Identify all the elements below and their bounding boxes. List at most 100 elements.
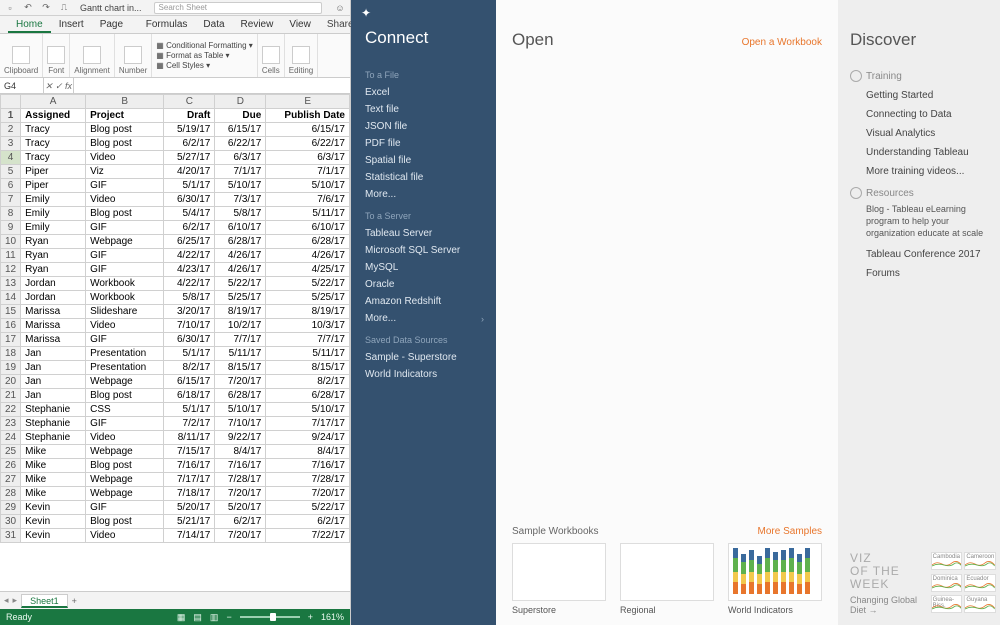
cell[interactable]: 7/28/17 [215,473,266,487]
cell[interactable]: 7/20/17 [215,375,266,389]
name-box[interactable]: G4 [0,78,44,93]
connect-file-item[interactable]: JSON file [365,118,496,135]
tab-home[interactable]: Home [8,16,51,33]
ribbon-clipboard[interactable]: Clipboard [0,34,43,77]
cell[interactable]: 6/28/17 [215,389,266,403]
cell[interactable]: 5/11/17 [266,347,350,361]
tab-data[interactable]: Data [195,16,232,33]
cell[interactable]: 7/3/17 [215,193,266,207]
cell[interactable]: 6/28/17 [266,235,350,249]
table-row[interactable]: 18JanPresentation5/1/175/11/175/11/17 [1,347,350,361]
header-cell[interactable]: Due [215,109,266,123]
cell[interactable]: 7/16/17 [266,459,350,473]
row-header[interactable]: 23 [1,417,21,431]
table-row[interactable]: 4TracyVideo5/27/176/3/176/3/17 [1,151,350,165]
cell[interactable]: Workbook [86,291,164,305]
formula-bar[interactable] [74,78,350,93]
row-header[interactable]: 4 [1,151,21,165]
undo-icon[interactable]: ↶ [22,2,34,14]
cell[interactable]: 6/10/17 [266,221,350,235]
ribbon-font[interactable]: Font [43,34,70,77]
search-sheet-input[interactable]: Search Sheet [154,2,322,14]
open-workbook-link[interactable]: Open a Workbook [742,37,822,48]
row-header[interactable]: 22 [1,403,21,417]
cell[interactable]: 4/25/17 [266,263,350,277]
cell[interactable]: 6/15/17 [266,123,350,137]
table-row[interactable]: 6PiperGIF5/1/175/10/175/10/17 [1,179,350,193]
row-header[interactable]: 6 [1,179,21,193]
training-link[interactable]: More training videos... [850,162,996,181]
connect-server-item[interactable]: More...› [365,310,496,327]
cell[interactable]: Slideshare [86,305,164,319]
cell[interactable]: 7/20/17 [215,529,266,543]
cell[interactable]: 7/22/17 [266,529,350,543]
more-samples-link[interactable]: More Samples [758,526,822,537]
excel-grid[interactable]: ABCDE1AssignedProjectDraftDuePublish Dat… [0,94,350,591]
training-link[interactable]: Visual Analytics [850,124,996,143]
cell[interactable]: Blog post [86,137,164,151]
cell[interactable]: 5/8/17 [164,291,215,305]
add-sheet-icon[interactable]: + [72,596,77,606]
cell[interactable]: Workbook [86,277,164,291]
cell[interactable]: 6/30/17 [164,193,215,207]
cell[interactable]: 6/2/17 [164,221,215,235]
cell[interactable]: 4/20/17 [164,165,215,179]
row-header[interactable]: 27 [1,473,21,487]
cell[interactable]: Emily [21,193,86,207]
cell[interactable]: 8/2/17 [266,375,350,389]
table-row[interactable]: 13JordanWorkbook4/22/175/22/175/22/17 [1,277,350,291]
connect-server-item[interactable]: Oracle [365,276,496,293]
cell[interactable]: Emily [21,221,86,235]
cell[interactable]: Stephanie [21,403,86,417]
sheet-tab[interactable]: Sheet1 [21,594,68,608]
table-row[interactable]: 29KevinGIF5/20/175/20/175/22/17 [1,501,350,515]
table-row[interactable]: 24StephanieVideo8/11/179/22/179/24/17 [1,431,350,445]
cell[interactable]: Video [86,151,164,165]
row-header[interactable]: 1 [1,109,21,123]
cell[interactable]: 3/20/17 [164,305,215,319]
row-header[interactable]: 19 [1,361,21,375]
cell[interactable]: 5/22/17 [266,501,350,515]
cell[interactable]: Jan [21,389,86,403]
cell[interactable]: 4/26/17 [266,249,350,263]
cell[interactable]: Mike [21,473,86,487]
cell[interactable]: Marissa [21,333,86,347]
cell[interactable]: GIF [86,249,164,263]
cell[interactable]: 5/10/17 [215,179,266,193]
cell[interactable]: 6/28/17 [215,235,266,249]
cell[interactable]: Blog post [86,459,164,473]
cell[interactable]: Webpage [86,487,164,501]
table-row[interactable]: 31KevinVideo7/14/177/20/177/22/17 [1,529,350,543]
cell[interactable]: 10/3/17 [266,319,350,333]
cell[interactable]: 5/25/17 [215,291,266,305]
tab-formulas[interactable]: Formulas [138,16,196,33]
viz-of-the-week[interactable]: VIZ OF THE WEEK Changing Global Diet → C… [850,552,996,615]
ribbon-cells[interactable]: Cells [258,34,285,77]
row-header[interactable]: 15 [1,305,21,319]
row-header[interactable]: 17 [1,333,21,347]
cell[interactable]: 6/2/17 [266,515,350,529]
table-row[interactable]: 28MikeWebpage7/18/177/20/177/20/17 [1,487,350,501]
cell[interactable]: 6/28/17 [266,389,350,403]
table-row[interactable]: 3TracyBlog post6/2/176/22/176/22/17 [1,137,350,151]
cell[interactable]: 6/2/17 [164,137,215,151]
zoom-level[interactable]: 161% [321,612,344,622]
cell[interactable]: GIF [86,263,164,277]
zoom-in-icon[interactable]: + [308,612,313,622]
header-cell[interactable]: Draft [164,109,215,123]
cell[interactable]: 6/3/17 [215,151,266,165]
row-header[interactable]: 18 [1,347,21,361]
cell[interactable]: 7/6/17 [266,193,350,207]
resource-link[interactable]: Tableau Conference 2017 [850,245,996,264]
cell[interactable]: 6/18/17 [164,389,215,403]
table-row[interactable]: 27MikeWebpage7/17/177/28/177/28/17 [1,473,350,487]
col-header[interactable]: C [164,95,215,109]
cell[interactable]: Kevin [21,529,86,543]
cell[interactable]: 8/4/17 [215,445,266,459]
connect-server-item[interactable]: MySQL [365,259,496,276]
col-header[interactable]: E [266,95,350,109]
header-cell[interactable]: Assigned [21,109,86,123]
cell[interactable]: Emily [21,207,86,221]
cell[interactable]: 6/15/17 [215,123,266,137]
table-row[interactable]: 17MarissaGIF6/30/177/7/177/7/17 [1,333,350,347]
